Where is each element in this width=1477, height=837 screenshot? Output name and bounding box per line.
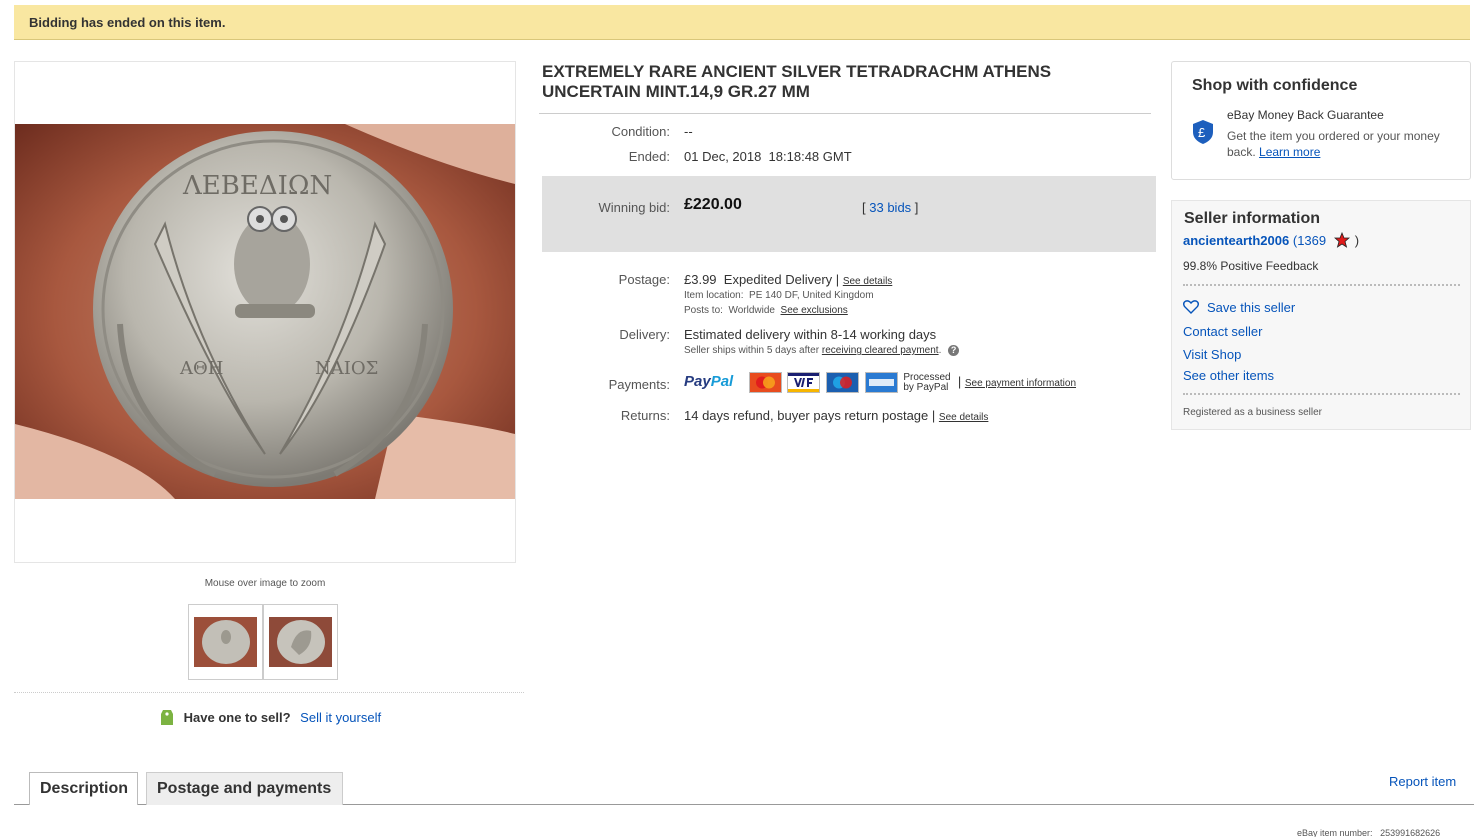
paypal-pal: Pal bbox=[710, 372, 734, 390]
postage-value: £3.99 Expedited Delivery | See details bbox=[684, 272, 892, 287]
paypal-logo: PayPal bbox=[684, 373, 733, 390]
bidding-ended-banner: Bidding has ended on this item. bbox=[14, 5, 1470, 40]
postage-price: £3.99 bbox=[684, 272, 717, 287]
svg-text:ΝΑΙΟΣ: ΝΑΙΟΣ bbox=[315, 358, 378, 379]
returns-info: 14 days refund, buyer pays return postag… bbox=[684, 408, 988, 423]
postage-method: Expedited Delivery bbox=[723, 272, 833, 287]
returns-see-details-link[interactable]: See details bbox=[939, 412, 988, 423]
red-star-icon bbox=[1333, 231, 1350, 251]
seller-information-panel: Seller information ancientearth2006 (136… bbox=[1171, 200, 1471, 430]
guarantee-description: Get the item you ordered or your money b… bbox=[1227, 128, 1452, 160]
delivery-note-end: . bbox=[938, 345, 942, 356]
svg-text:£: £ bbox=[1198, 125, 1206, 140]
paypal-pay: Pay bbox=[684, 372, 711, 390]
cleared-payment-link[interactable]: receiving cleared payment bbox=[822, 345, 939, 356]
posts-to-value: Worldwide bbox=[728, 305, 775, 316]
learn-more-link[interactable]: Learn more bbox=[1259, 145, 1320, 159]
payments-label: Payments: bbox=[608, 377, 670, 392]
item-location: Item location: PE 140 DF, United Kingdom bbox=[684, 290, 874, 301]
report-item-link[interactable]: Report item bbox=[1389, 774, 1456, 789]
score-close-paren: ) bbox=[1354, 232, 1360, 248]
confidence-heading: Shop with confidence bbox=[1192, 77, 1358, 94]
postage-see-details-link[interactable]: See details bbox=[843, 276, 892, 287]
svg-text:ΛΕΒΕΔΙΩΝ: ΛΕΒΕΔΙΩΝ bbox=[182, 171, 332, 201]
feedback-score-link[interactable]: 1369 bbox=[1297, 233, 1326, 248]
help-icon[interactable]: ? bbox=[948, 345, 960, 356]
active-tab-indicator bbox=[30, 803, 137, 806]
divider bbox=[14, 692, 524, 693]
bid-count: [ 33 bids ] bbox=[862, 200, 918, 215]
svg-text:ΑΘΗ: ΑΘΗ bbox=[179, 358, 223, 379]
amex-icon bbox=[864, 372, 898, 393]
sell-question: Have one to sell? bbox=[183, 709, 291, 725]
ended-label: Ended: bbox=[628, 149, 670, 164]
payments-separator: | bbox=[957, 373, 962, 389]
title-divider bbox=[539, 113, 1151, 114]
returns-separator: | bbox=[931, 408, 936, 423]
item-number-value: 253991682626 bbox=[1380, 828, 1441, 837]
visa-icon bbox=[787, 372, 821, 393]
seller-name-row: ancientearth2006 (1369 ) bbox=[1183, 231, 1360, 251]
item-location-value: PE 140 DF, United Kingdom bbox=[749, 290, 874, 301]
see-payment-info-link[interactable]: See payment information bbox=[965, 378, 1076, 389]
maestro-icon bbox=[826, 372, 860, 393]
business-seller-note: Registered as a business seller bbox=[1183, 407, 1322, 418]
contact-seller-link[interactable]: Contact seller bbox=[1183, 324, 1262, 339]
item-number-label: eBay item number: bbox=[1297, 828, 1373, 837]
seller-divider-1 bbox=[1183, 284, 1460, 286]
save-seller-label: Save this seller bbox=[1207, 300, 1296, 315]
positive-feedback: 99.8% Positive Feedback bbox=[1183, 259, 1319, 273]
payment-methods: PayPal Processed by PayPal | See payment… bbox=[684, 372, 1076, 393]
item-location-label: Item location: bbox=[684, 290, 744, 301]
sell-prompt: Have one to sell? Sell it yourself bbox=[160, 708, 381, 729]
processed-by-paypal: Processed by PayPal bbox=[903, 372, 950, 393]
delivery-note-text: Seller ships within 5 days after bbox=[684, 345, 820, 356]
price-tag-icon bbox=[160, 708, 174, 729]
visit-shop-link[interactable]: Visit Shop bbox=[1183, 347, 1241, 362]
coin-photo[interactable]: ΛΕΒΕΔΙΩΝ ΑΘΗ ΝΑΙΟΣ bbox=[15, 124, 515, 499]
winning-bid-label: Winning bid: bbox=[598, 200, 670, 215]
returns-value: 14 days refund, buyer pays return postag… bbox=[684, 408, 929, 423]
see-exclusions-link[interactable]: See exclusions bbox=[781, 305, 848, 316]
processed-line-2: by PayPal bbox=[903, 381, 949, 393]
mastercard-icon bbox=[748, 372, 782, 393]
thumbnail-1[interactable] bbox=[188, 604, 263, 680]
seller-divider-2 bbox=[1183, 393, 1460, 395]
winning-bid-amount: £220.00 bbox=[684, 196, 742, 213]
heart-icon bbox=[1183, 300, 1199, 317]
delivery-value: Estimated delivery within 8-14 working d… bbox=[684, 327, 937, 342]
bids-history-link[interactable]: 33 bids bbox=[869, 200, 911, 215]
delivery-label: Delivery: bbox=[619, 327, 670, 342]
sell-it-yourself-link[interactable]: Sell it yourself bbox=[300, 710, 381, 725]
winning-bid-box: Winning bid: £220.00 [ 33 bids ] bbox=[542, 176, 1156, 252]
item-title: EXTREMELY RARE ANCIENT SILVER TETRADRACH… bbox=[542, 62, 1052, 101]
returns-label: Returns: bbox=[620, 408, 670, 423]
postage-label: Postage: bbox=[618, 272, 670, 287]
seller-name-link[interactable]: ancientearth2006 bbox=[1183, 233, 1289, 248]
bids-close-bracket: ] bbox=[914, 200, 919, 215]
delivery-note: Seller ships within 5 days after receivi… bbox=[684, 345, 960, 356]
seller-heading: Seller information bbox=[1184, 210, 1321, 227]
posts-to-label: Posts to: bbox=[684, 305, 723, 316]
item-number: eBay item number: 253991682626 bbox=[1297, 828, 1440, 837]
shield-pound-icon: £ bbox=[1192, 119, 1214, 148]
ended-value: 01 Dec, 2018 18:18:48 GMT bbox=[684, 149, 852, 164]
tab-postage-and-payments[interactable]: Postage and payments bbox=[146, 772, 343, 805]
shop-with-confidence-panel: Shop with confidence £ eBay Money Back G… bbox=[1171, 61, 1471, 180]
posts-to: Posts to: Worldwide See exclusions bbox=[684, 305, 848, 316]
banner-text: Bidding has ended on this item. bbox=[29, 15, 226, 30]
thumbnail-2[interactable] bbox=[263, 604, 338, 680]
condition-label: Condition: bbox=[611, 124, 670, 139]
see-other-items-link[interactable]: See other items bbox=[1183, 368, 1274, 383]
save-seller-link[interactable]: Save this seller bbox=[1183, 300, 1295, 317]
zoom-hint: Mouse over image to zoom bbox=[204, 578, 326, 589]
condition-value: -- bbox=[684, 124, 693, 139]
postage-separator: | bbox=[835, 272, 840, 287]
main-image-panel[interactable]: ΛΕΒΕΔΙΩΝ ΑΘΗ ΝΑΙΟΣ bbox=[14, 61, 516, 563]
guarantee-title: eBay Money Back Guarantee bbox=[1227, 108, 1384, 122]
tab-description[interactable]: Description bbox=[29, 772, 138, 805]
bids-open-bracket: [ bbox=[862, 200, 866, 215]
